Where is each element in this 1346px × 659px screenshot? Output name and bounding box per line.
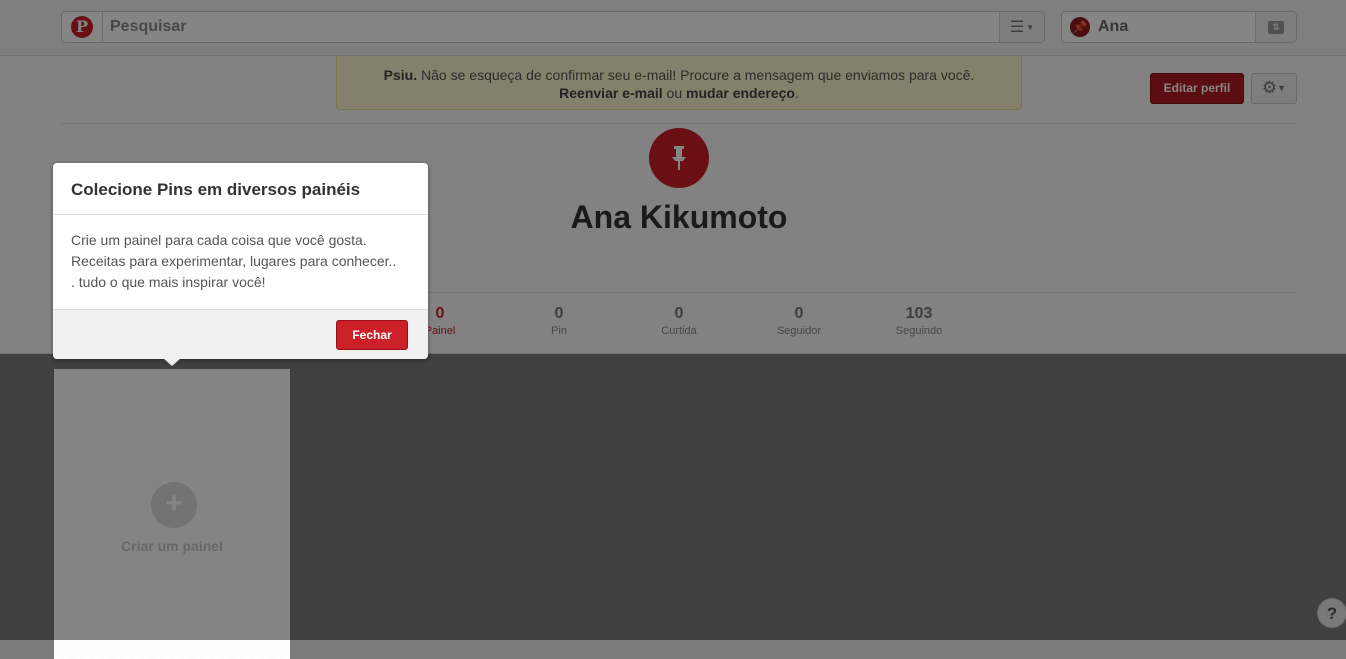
tooltip-arrow — [163, 358, 181, 366]
divider — [53, 214, 428, 215]
tooltip-body-line: Crie um painel para cada coisa que você … — [71, 232, 367, 248]
close-button[interactable]: Fechar — [336, 320, 408, 350]
tooltip-body-line: Receitas para experimentar, lugares para… — [71, 253, 397, 269]
tooltip-title: Colecione Pins em diversos painéis — [71, 180, 361, 199]
tooltip-body: Crie um painel para cada coisa que você … — [71, 230, 416, 293]
onboarding-tooltip: Colecione Pins em diversos painéis Crie … — [53, 163, 428, 366]
tooltip-footer: Fechar — [53, 309, 428, 359]
tooltip-body-line: . tudo o que mais inspirar você! — [71, 274, 266, 290]
